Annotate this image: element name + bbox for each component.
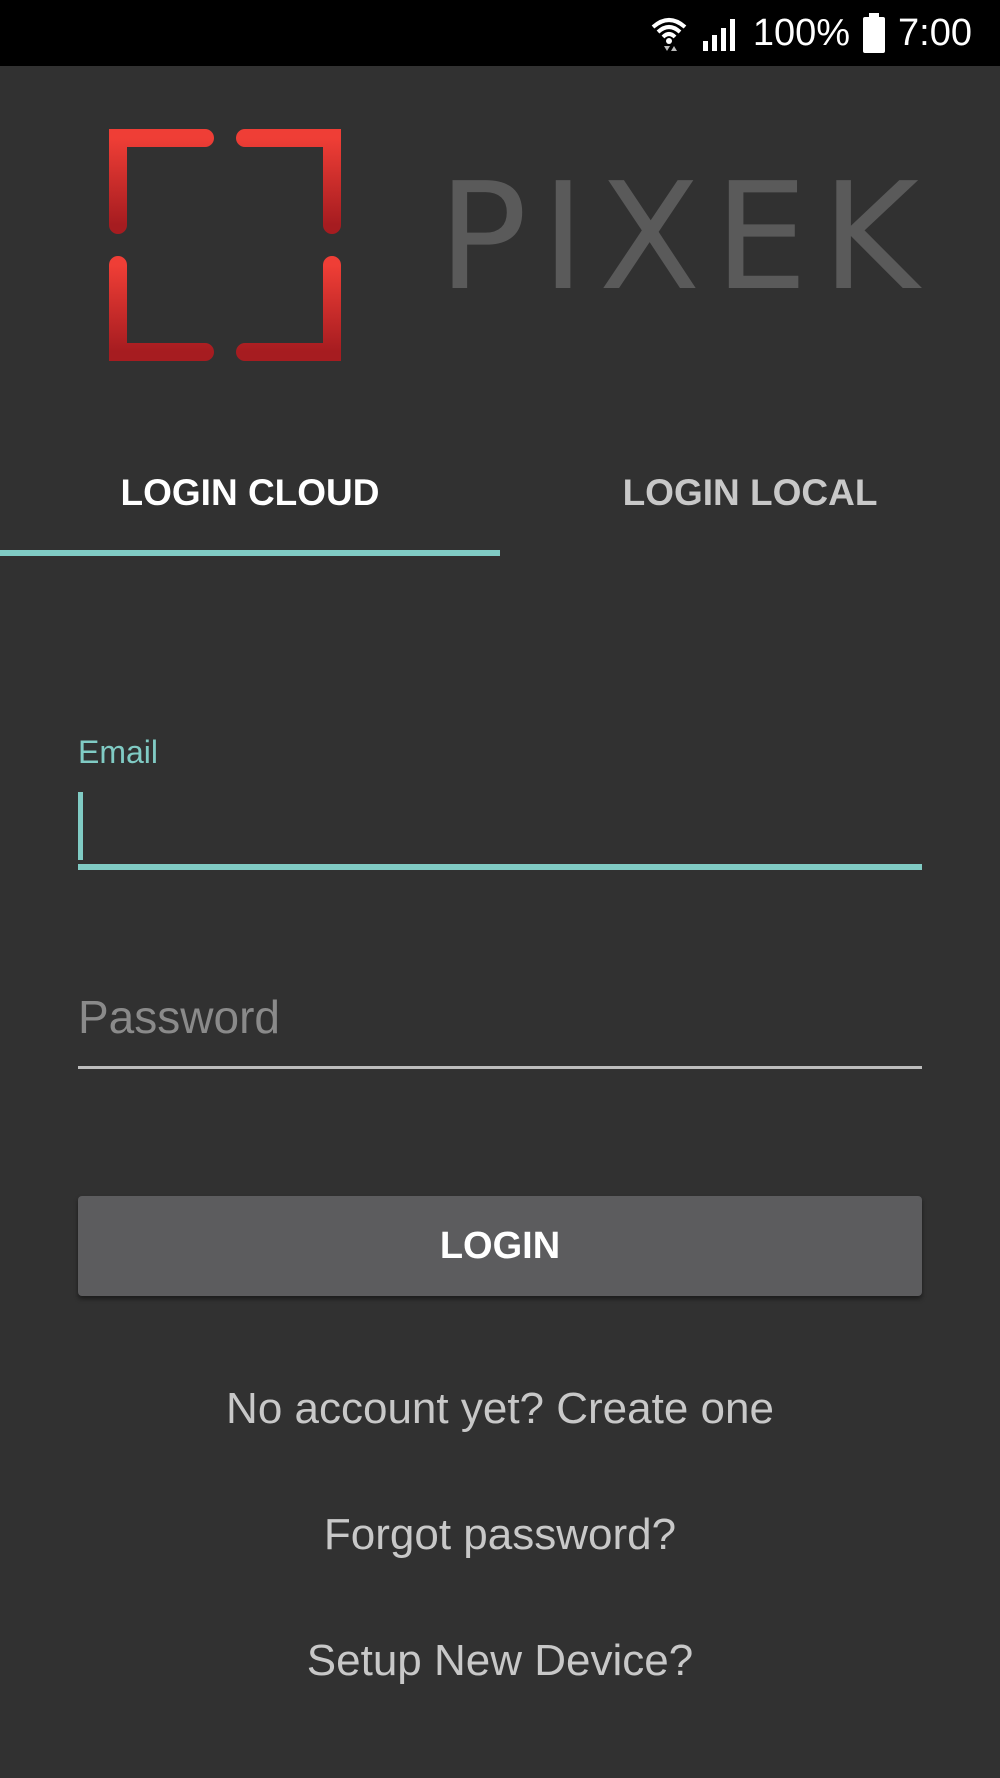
create-account-link[interactable]: No account yet? Create one: [0, 1384, 1000, 1434]
email-label: Email: [78, 734, 159, 770]
password-field-container: [78, 982, 922, 1070]
tab-login-cloud[interactable]: LOGIN CLOUD: [0, 448, 500, 558]
password-field[interactable]: [78, 982, 922, 1052]
wifi-icon: [649, 13, 689, 53]
password-underline: [78, 1066, 922, 1069]
forgot-password-link[interactable]: Forgot password?: [0, 1510, 1000, 1560]
battery-percentage: 100%: [752, 11, 851, 54]
brand-name: PIXEK: [438, 151, 933, 323]
setup-device-link[interactable]: Setup New Device?: [0, 1636, 1000, 1686]
login-button[interactable]: LOGIN: [78, 1196, 922, 1296]
signal-icon: [701, 15, 741, 51]
email-field-container: [78, 780, 922, 870]
frame-corners-logo: [108, 128, 342, 362]
active-tab-indicator: [0, 550, 500, 556]
status-bar: 100% 7:00: [0, 0, 1000, 66]
login-tabs: LOGIN CLOUD LOGIN LOCAL: [0, 448, 1000, 558]
text-cursor: [78, 792, 83, 860]
battery-icon: [862, 13, 886, 53]
tab-login-local[interactable]: LOGIN LOCAL: [500, 448, 1000, 558]
email-field[interactable]: [78, 780, 922, 860]
clock-time: 7:00: [898, 11, 972, 54]
email-underline: [78, 864, 922, 870]
